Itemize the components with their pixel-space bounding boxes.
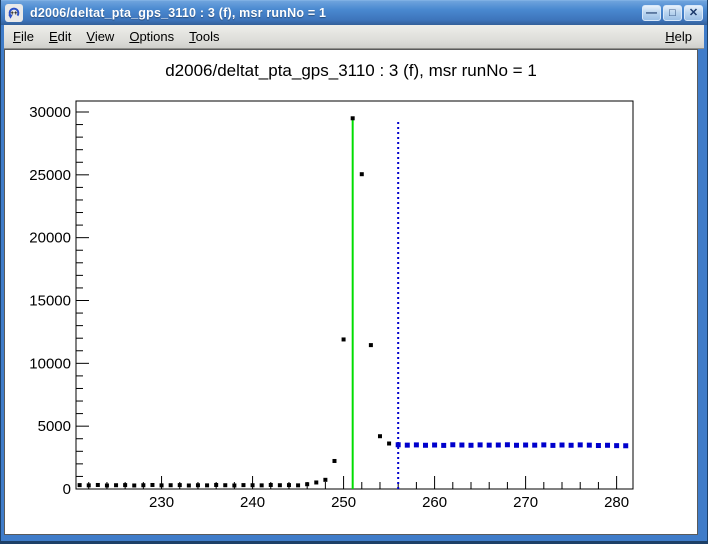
- histogram-data-point: [169, 483, 173, 487]
- x-axis-tick-label: 230: [149, 494, 174, 511]
- background-level-point: [578, 442, 583, 447]
- y-axis-tick-label: 30000: [29, 104, 71, 121]
- histogram-data-point: [114, 483, 118, 487]
- y-axis-tick-label: 20000: [29, 230, 71, 247]
- histogram-data-point: [160, 483, 164, 487]
- background-level-point: [468, 443, 473, 448]
- x-axis-tick-label: 270: [513, 494, 538, 511]
- menu-file[interactable]: File: [7, 27, 40, 46]
- histogram-data-point: [314, 480, 318, 484]
- histogram-data-point: [232, 483, 236, 487]
- background-level-point: [605, 443, 610, 448]
- background-level-point: [587, 443, 592, 448]
- background-level-point: [523, 443, 528, 448]
- y-axis-tick-label: 10000: [29, 355, 71, 372]
- plot-title: d2006/deltat_pta_gps_3110 : 3 (f), msr r…: [5, 61, 697, 81]
- background-level-point: [414, 442, 419, 447]
- background-level-point: [541, 442, 546, 447]
- background-level-point: [405, 443, 410, 448]
- x-axis-tick-label: 250: [331, 494, 356, 511]
- background-level-point: [614, 443, 619, 448]
- histogram-data-point: [123, 483, 127, 487]
- root-logo-icon: ++: [7, 6, 21, 20]
- x-axis-tick-label: 240: [240, 494, 265, 511]
- histogram-data-point: [351, 116, 355, 120]
- titlebar[interactable]: ++ d2006/deltat_pta_gps_3110 : 3 (f), ms…: [0, 0, 708, 25]
- background-level-point: [596, 443, 601, 448]
- background-level-point: [514, 443, 519, 448]
- background-level-point: [623, 443, 628, 448]
- histogram-data-point: [251, 483, 255, 487]
- histogram-data-point: [305, 482, 309, 486]
- histogram-data-point: [287, 483, 291, 487]
- histogram-data-point: [387, 442, 391, 446]
- histogram-data-point: [105, 483, 109, 487]
- background-level-point: [459, 443, 464, 448]
- menu-help[interactable]: Help: [659, 27, 698, 46]
- menu-edit[interactable]: Edit: [43, 27, 77, 46]
- histogram-data-point: [360, 172, 364, 176]
- minimize-button[interactable]: —: [642, 5, 661, 21]
- background-level-point: [560, 443, 565, 448]
- histogram-data-point: [141, 483, 145, 487]
- background-level-point: [478, 442, 483, 447]
- plot-canvas[interactable]: d2006/deltat_pta_gps_3110 : 3 (f), msr r…: [4, 49, 698, 535]
- y-axis-tick-label: 25000: [29, 167, 71, 184]
- menu-options[interactable]: Options: [123, 27, 180, 46]
- menubar: File Edit View Options Tools Help: [4, 25, 704, 49]
- window-title: d2006/deltat_pta_gps_3110 : 3 (f), msr r…: [30, 6, 326, 20]
- svg-text:++: ++: [10, 10, 18, 17]
- background-level-point: [441, 443, 446, 448]
- background-level-point: [432, 443, 437, 448]
- histogram-data-point: [205, 483, 209, 487]
- x-axis-tick-label: 280: [604, 494, 629, 511]
- histogram-data-point: [260, 483, 264, 487]
- window-controls: — □ ✕: [642, 5, 703, 21]
- histogram-data-point: [296, 483, 300, 487]
- root-app-icon: ++: [5, 4, 23, 22]
- histogram-data-point: [278, 483, 282, 487]
- histogram-data-point: [369, 343, 373, 347]
- background-level-point: [532, 443, 537, 448]
- histogram-data-point: [178, 483, 182, 487]
- plot-svg: 230 240 250 260 270 280 0 5000 10000 15000 20000 25…: [5, 50, 697, 534]
- window-border-left: [0, 0, 1, 544]
- histogram-data-point: [269, 483, 273, 487]
- background-level-point: [496, 443, 501, 448]
- y-axis-tick-label: 0: [63, 481, 71, 498]
- x-axis-tick-label: 260: [422, 494, 447, 511]
- close-button[interactable]: ✕: [684, 5, 703, 21]
- histogram-data-point: [196, 483, 200, 487]
- histogram-data-point: [96, 483, 100, 487]
- histogram-data-point: [87, 483, 91, 487]
- background-level-point: [505, 442, 510, 447]
- maximize-button[interactable]: □: [663, 5, 682, 21]
- plot-frame: [76, 101, 633, 489]
- background-level-point: [550, 443, 555, 448]
- histogram-data-point: [214, 483, 218, 487]
- background-level-point: [423, 443, 428, 448]
- histogram-data-point: [378, 434, 382, 438]
- histogram-data-point: [132, 483, 136, 487]
- background-level-point: [396, 442, 401, 447]
- menu-view[interactable]: View: [80, 27, 120, 46]
- y-axis-tick-label: 5000: [38, 418, 71, 435]
- histogram-data-point: [241, 483, 245, 487]
- histogram-data-point: [323, 478, 327, 482]
- histogram-data-point: [342, 337, 346, 341]
- background-level-point: [450, 442, 455, 447]
- menu-tools[interactable]: Tools: [183, 27, 225, 46]
- histogram-data-point: [150, 483, 154, 487]
- y-axis-tick-label: 15000: [29, 292, 71, 309]
- histogram-data-point: [332, 459, 336, 463]
- background-level-point: [569, 443, 574, 448]
- background-level-point: [487, 443, 492, 448]
- histogram-data-point: [187, 483, 191, 487]
- histogram-data-point: [78, 483, 82, 487]
- histogram-data-point: [223, 483, 227, 487]
- root-canvas-window: ++ d2006/deltat_pta_gps_3110 : 3 (f), ms…: [0, 0, 708, 544]
